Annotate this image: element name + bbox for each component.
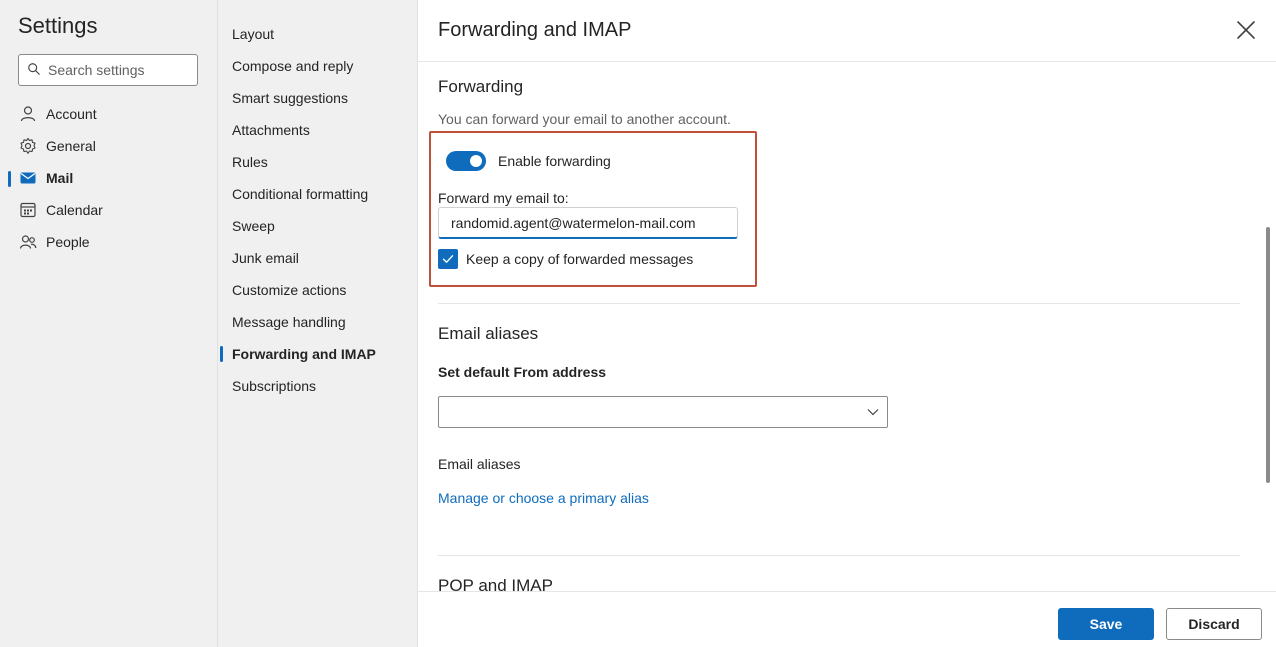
forward-to-label: Forward my email to:	[438, 190, 569, 206]
gear-icon	[18, 136, 38, 156]
chevron-down-icon	[867, 409, 879, 416]
active-category-marker	[8, 171, 11, 187]
nav-item-attachments[interactable]: Attachments	[232, 118, 310, 142]
category-label: Mail	[46, 170, 74, 186]
close-icon	[1237, 21, 1255, 39]
panel-header: Forwarding and IMAP	[418, 0, 1276, 62]
search-icon	[27, 62, 41, 79]
nav-item-forwarding-and-imap[interactable]: Forwarding and IMAP	[232, 342, 376, 366]
people-icon	[18, 232, 38, 252]
enable-forwarding-label: Enable forwarding	[498, 153, 611, 169]
mail-settings-nav: Layout Compose and reply Smart suggestio…	[218, 0, 418, 647]
person-icon	[18, 104, 38, 124]
mail-icon	[18, 168, 38, 188]
nav-item-sweep[interactable]: Sweep	[232, 214, 275, 238]
category-mail[interactable]: Mail	[18, 164, 208, 192]
category-label: General	[46, 138, 96, 154]
nav-item-layout[interactable]: Layout	[232, 22, 274, 46]
nav-item-junk-email[interactable]: Junk email	[232, 246, 299, 270]
keep-copy-checkbox[interactable]	[438, 249, 458, 269]
manage-alias-link[interactable]: Manage or choose a primary alias	[438, 490, 649, 506]
keep-copy-label: Keep a copy of forwarded messages	[466, 251, 694, 267]
nav-item-rules[interactable]: Rules	[232, 150, 268, 174]
email-aliases-heading: Email aliases	[438, 324, 539, 343]
nav-item-compose-and-reply[interactable]: Compose and reply	[232, 54, 353, 78]
default-from-label: Set default From address	[438, 364, 607, 380]
checkmark-icon	[442, 255, 454, 263]
save-button[interactable]: Save	[1058, 608, 1154, 640]
page-title: Forwarding and IMAP	[438, 19, 632, 41]
category-label: People	[46, 234, 90, 250]
category-label: Calendar	[46, 202, 103, 218]
nav-item-message-handling[interactable]: Message handling	[232, 310, 346, 334]
active-nav-marker	[220, 346, 223, 362]
forwarding-description: You can forward your email to another ac…	[438, 111, 731, 127]
forward-email-input[interactable]	[438, 207, 738, 239]
section-divider	[438, 303, 1240, 304]
settings-panel: Forwarding and IMAP Forwarding You can f…	[418, 0, 1276, 647]
nav-item-customize-actions[interactable]: Customize actions	[232, 278, 346, 302]
category-label: Account	[46, 106, 97, 122]
settings-sidebar: Settings Account General Mail Calendar	[0, 0, 218, 647]
discard-button[interactable]: Discard	[1166, 608, 1262, 640]
category-calendar[interactable]: Calendar	[18, 196, 208, 224]
email-aliases-label: Email aliases	[438, 456, 521, 472]
settings-title: Settings	[18, 13, 98, 38]
panel-footer: Save Discard	[418, 591, 1276, 647]
default-from-select[interactable]	[438, 396, 888, 428]
forwarding-heading: Forwarding	[438, 77, 524, 96]
search-input[interactable]	[48, 62, 188, 78]
category-people[interactable]: People	[18, 228, 208, 256]
close-button[interactable]	[1234, 18, 1258, 42]
scrollbar-thumb[interactable]	[1266, 227, 1270, 483]
nav-item-conditional-formatting[interactable]: Conditional formatting	[232, 182, 368, 206]
nav-item-smart-suggestions[interactable]: Smart suggestions	[232, 86, 348, 110]
enable-forwarding-toggle[interactable]	[446, 151, 486, 171]
calendar-icon	[18, 200, 38, 220]
nav-item-subscriptions[interactable]: Subscriptions	[232, 374, 316, 398]
category-general[interactable]: General	[18, 132, 208, 160]
search-box[interactable]	[18, 54, 198, 86]
category-account[interactable]: Account	[18, 100, 208, 128]
section-divider	[438, 555, 1240, 556]
